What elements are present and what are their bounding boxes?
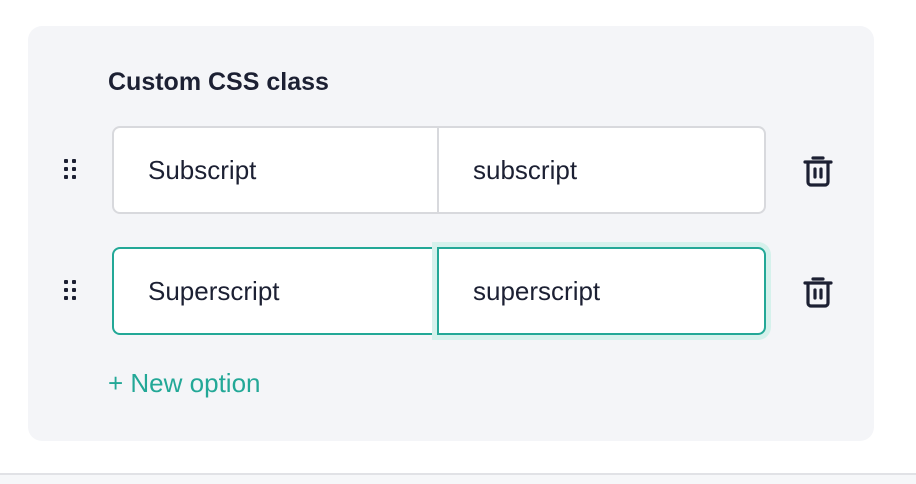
footer-strip [0,475,916,484]
trash-icon [803,156,833,187]
option-field-pair: Subscript subscript [112,126,766,214]
delete-option-button[interactable] [798,151,838,191]
option-value-input[interactable]: superscript [437,247,766,335]
delete-option-button[interactable] [798,272,838,312]
section-title: Custom CSS class [108,68,329,96]
custom-css-class-panel: Custom CSS class Subscript subscript Sup… [28,26,874,441]
option-label-input[interactable]: Subscript [112,126,439,214]
trash-icon [803,277,833,308]
option-field-pair: Superscript superscript [112,247,766,335]
option-value-input[interactable]: subscript [439,126,766,214]
new-option-button[interactable]: + New option [108,368,260,399]
option-row: Superscript superscript [28,246,874,336]
drag-handle-icon[interactable] [64,280,78,300]
drag-handle-icon[interactable] [64,159,78,179]
option-row: Subscript subscript [28,125,874,215]
option-label-input[interactable]: Superscript [112,247,437,335]
